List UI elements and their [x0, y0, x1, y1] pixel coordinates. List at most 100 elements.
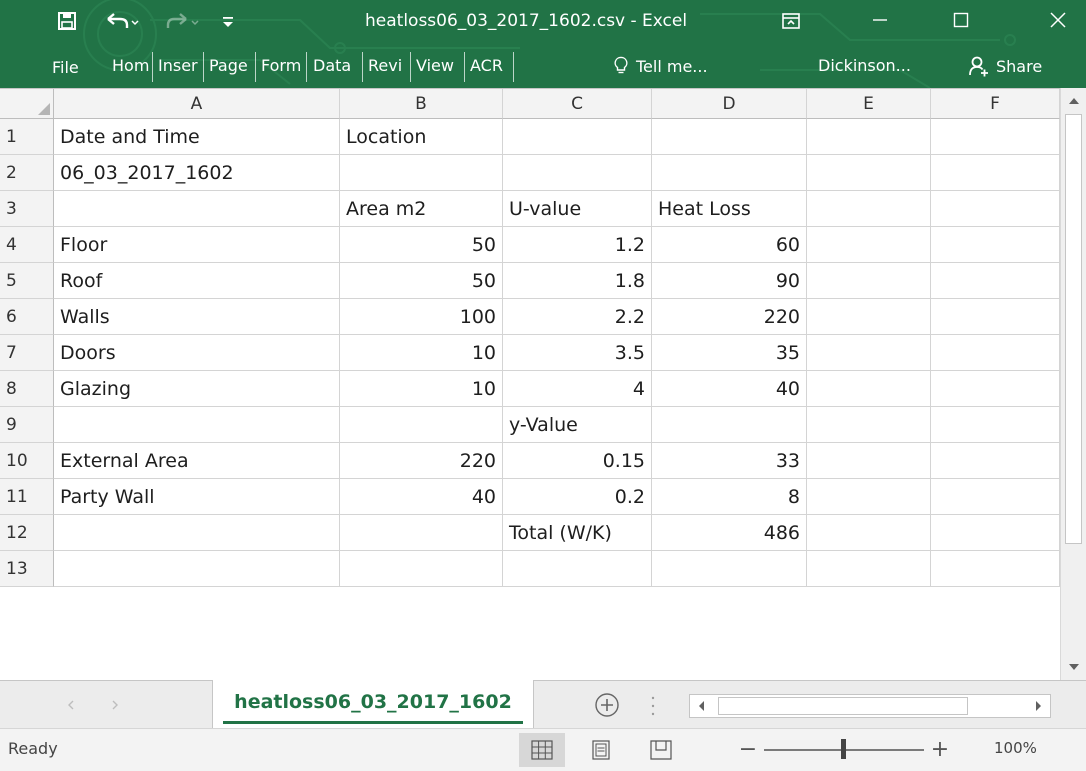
- column-header-a[interactable]: A: [54, 89, 340, 119]
- cell-c6[interactable]: 2.2: [503, 299, 652, 335]
- cell-c13[interactable]: [503, 551, 652, 587]
- cell-c8[interactable]: 4: [503, 371, 652, 407]
- cell-c4[interactable]: 1.2: [503, 227, 652, 263]
- normal-view-button[interactable]: [519, 733, 565, 767]
- scroll-left-button[interactable]: [690, 695, 714, 717]
- cell-c10[interactable]: 0.15: [503, 443, 652, 479]
- tab-file[interactable]: File: [52, 52, 79, 84]
- cell-f13[interactable]: [931, 551, 1060, 587]
- cell-a1[interactable]: Date and Time: [54, 119, 340, 155]
- close-button[interactable]: [1030, 0, 1086, 40]
- cell-b6[interactable]: 100: [340, 299, 503, 335]
- cell-f10[interactable]: [931, 443, 1060, 479]
- cell-c3[interactable]: U-value: [503, 191, 652, 227]
- account-name[interactable]: Dickinson...: [818, 50, 911, 82]
- row-header[interactable]: 8: [0, 371, 54, 407]
- cell-a11[interactable]: Party Wall: [54, 479, 340, 515]
- row-header[interactable]: 9: [0, 407, 54, 443]
- cell-b10[interactable]: 220: [340, 443, 503, 479]
- minimize-button[interactable]: [852, 0, 908, 40]
- column-header-b[interactable]: B: [340, 89, 503, 119]
- save-button[interactable]: [52, 6, 82, 36]
- column-header-c[interactable]: C: [503, 89, 652, 119]
- row-header[interactable]: 5: [0, 263, 54, 299]
- row-header[interactable]: 10: [0, 443, 54, 479]
- worksheet-grid[interactable]: ABCDEF 1 Date and Time Location 2 06_03_2017…: [0, 88, 1060, 680]
- row-header[interactable]: 7: [0, 335, 54, 371]
- cell-d2[interactable]: [652, 155, 807, 191]
- ribbon-display-options-button[interactable]: [776, 6, 806, 36]
- cell-b12[interactable]: [340, 515, 503, 551]
- cell-c2[interactable]: [503, 155, 652, 191]
- cell-f4[interactable]: [931, 227, 1060, 263]
- cell-f11[interactable]: [931, 479, 1060, 515]
- cell-c9[interactable]: y-Value: [503, 407, 652, 443]
- horizontal-scrollbar[interactable]: [689, 694, 1051, 718]
- cell-d13[interactable]: [652, 551, 807, 587]
- cell-e10[interactable]: [807, 443, 931, 479]
- zoom-in-button[interactable]: +: [929, 735, 951, 765]
- horizontal-scroll-thumb[interactable]: [718, 697, 968, 715]
- sheet-tab-active[interactable]: heatloss06_03_2017_1602: [212, 680, 534, 728]
- cell-b9[interactable]: [340, 407, 503, 443]
- cell-f3[interactable]: [931, 191, 1060, 227]
- row-header[interactable]: 11: [0, 479, 54, 515]
- tab-page-layout[interactable]: Page: [209, 50, 253, 82]
- tab-home[interactable]: Hom: [112, 50, 150, 82]
- cell-a5[interactable]: Roof: [54, 263, 340, 299]
- cell-b8[interactable]: 10: [340, 371, 503, 407]
- cell-b4[interactable]: 50: [340, 227, 503, 263]
- cell-d4[interactable]: 60: [652, 227, 807, 263]
- row-header[interactable]: 4: [0, 227, 54, 263]
- cell-d6[interactable]: 220: [652, 299, 807, 335]
- cell-e4[interactable]: [807, 227, 931, 263]
- vertical-scrollbar[interactable]: [1060, 88, 1086, 680]
- cell-d12[interactable]: 486: [652, 515, 807, 551]
- cell-e11[interactable]: [807, 479, 931, 515]
- scroll-up-button[interactable]: [1061, 90, 1086, 112]
- cell-f8[interactable]: [931, 371, 1060, 407]
- row-header[interactable]: 1: [0, 119, 54, 155]
- cell-e8[interactable]: [807, 371, 931, 407]
- cell-a9[interactable]: [54, 407, 340, 443]
- column-header-f[interactable]: F: [931, 89, 1060, 119]
- share-button[interactable]: Share: [968, 50, 1074, 82]
- tab-insert[interactable]: Inser: [158, 50, 202, 82]
- select-all-corner[interactable]: [0, 89, 54, 119]
- column-header-d[interactable]: D: [652, 89, 807, 119]
- tab-view[interactable]: View: [416, 50, 462, 82]
- redo-button[interactable]: [160, 6, 204, 36]
- cell-b13[interactable]: [340, 551, 503, 587]
- cell-b11[interactable]: 40: [340, 479, 503, 515]
- cell-e3[interactable]: [807, 191, 931, 227]
- scroll-down-button[interactable]: [1061, 656, 1086, 678]
- cell-b1[interactable]: Location: [340, 119, 503, 155]
- cell-d1[interactable]: [652, 119, 807, 155]
- cell-e5[interactable]: [807, 263, 931, 299]
- cell-d11[interactable]: 8: [652, 479, 807, 515]
- cell-e2[interactable]: [807, 155, 931, 191]
- cell-a10[interactable]: External Area: [54, 443, 340, 479]
- next-sheet-button[interactable]: [100, 693, 130, 717]
- zoom-slider-thumb[interactable]: [841, 739, 846, 759]
- cell-c1[interactable]: [503, 119, 652, 155]
- zoom-level[interactable]: 100%: [994, 739, 1037, 757]
- cell-d10[interactable]: 33: [652, 443, 807, 479]
- page-layout-view-button[interactable]: [578, 733, 624, 767]
- cell-c12[interactable]: Total (W/K): [503, 515, 652, 551]
- tab-data[interactable]: Data: [313, 50, 359, 82]
- cell-f6[interactable]: [931, 299, 1060, 335]
- new-sheet-button[interactable]: [592, 690, 622, 720]
- tab-formulas[interactable]: Form: [261, 50, 305, 82]
- cell-b3[interactable]: Area m2: [340, 191, 503, 227]
- page-break-preview-button[interactable]: [638, 733, 684, 767]
- cell-d9[interactable]: [652, 407, 807, 443]
- cell-e12[interactable]: [807, 515, 931, 551]
- cell-a8[interactable]: Glazing: [54, 371, 340, 407]
- cell-b5[interactable]: 50: [340, 263, 503, 299]
- cell-e7[interactable]: [807, 335, 931, 371]
- cell-a7[interactable]: Doors: [54, 335, 340, 371]
- cell-b7[interactable]: 10: [340, 335, 503, 371]
- cell-e13[interactable]: [807, 551, 931, 587]
- previous-sheet-button[interactable]: [56, 693, 86, 717]
